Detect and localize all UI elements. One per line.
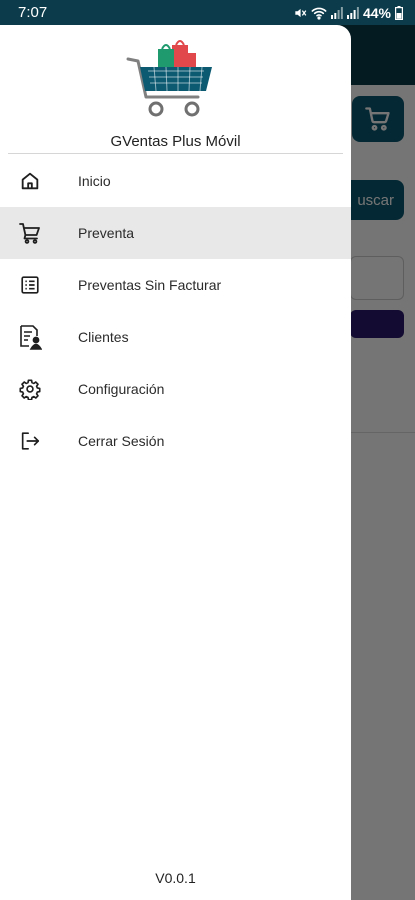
menu-item-clientes[interactable]: Clientes <box>0 311 351 363</box>
home-icon <box>18 169 42 193</box>
gear-icon <box>18 377 42 401</box>
menu-label: Cerrar Sesión <box>78 433 165 449</box>
menu-item-inicio[interactable]: Inicio <box>0 155 351 207</box>
menu-label: Clientes <box>78 329 129 345</box>
signal-icon <box>346 6 359 19</box>
menu-item-preventas-sin-facturar[interactable]: Preventas Sin Facturar <box>0 259 351 311</box>
menu-item-cerrar-sesion[interactable]: Cerrar Sesión <box>0 415 351 467</box>
mute-icon <box>295 8 307 17</box>
menu-item-preventa[interactable]: Preventa <box>0 207 351 259</box>
app-name: GVentas Plus Móvil <box>110 133 241 150</box>
drawer-divider <box>8 153 343 154</box>
battery-percent: 44% <box>362 4 391 21</box>
drawer-header: GVentas Plus Móvil <box>0 25 351 153</box>
signal-icon <box>330 6 343 19</box>
wifi-icon <box>311 7 327 20</box>
navigation-drawer: GVentas Plus Móvil Inicio Preventa Preve… <box>0 25 351 900</box>
menu-item-configuracion[interactable]: Configuración <box>0 363 351 415</box>
menu-label: Configuración <box>78 381 165 397</box>
status-bar: 7:07 44% <box>0 0 415 25</box>
client-icon <box>18 325 42 350</box>
app-version: V0.0.1 <box>155 870 196 886</box>
menu-label: Preventa <box>78 225 135 241</box>
status-time: 7:07 <box>18 4 48 21</box>
battery-icon <box>395 5 403 20</box>
cart-icon <box>18 221 42 245</box>
list-icon <box>18 273 42 297</box>
logout-icon <box>18 429 42 453</box>
menu-label: Inicio <box>78 173 111 189</box>
status-icons: 44% <box>293 5 403 21</box>
menu-label: Preventas Sin Facturar <box>78 277 222 293</box>
drawer-menu: Inicio Preventa Preventas Sin Facturar C… <box>0 155 351 467</box>
shopping-cart-logo <box>126 40 212 117</box>
